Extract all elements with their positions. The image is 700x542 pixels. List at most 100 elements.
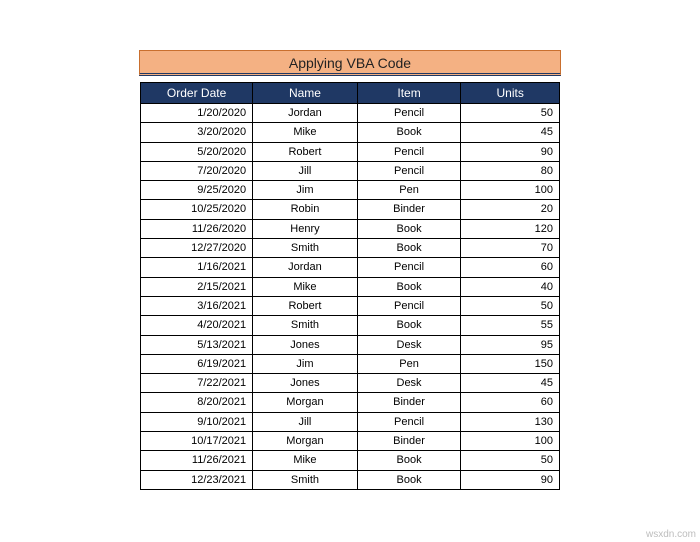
col-item: Item xyxy=(357,83,461,104)
cell-order-date: 1/20/2020 xyxy=(141,104,253,123)
cell-units: 100 xyxy=(461,181,560,200)
cell-units: 150 xyxy=(461,354,560,373)
table-row: 10/17/2021MorganBinder100 xyxy=(141,432,560,451)
cell-name: Jill xyxy=(253,161,358,180)
cell-units: 90 xyxy=(461,470,560,489)
table-row: 11/26/2020HenryBook120 xyxy=(141,219,560,238)
cell-item: Pen xyxy=(357,181,461,200)
table-header: Order Date Name Item Units xyxy=(141,83,560,104)
cell-item: Pen xyxy=(357,354,461,373)
col-units: Units xyxy=(461,83,560,104)
cell-units: 55 xyxy=(461,316,560,335)
table-row: 9/25/2020JimPen100 xyxy=(141,181,560,200)
cell-units: 20 xyxy=(461,200,560,219)
data-table: Order Date Name Item Units 1/20/2020Jord… xyxy=(140,82,560,490)
cell-order-date: 6/19/2021 xyxy=(141,354,253,373)
cell-units: 50 xyxy=(461,104,560,123)
table-row: 12/23/2021SmithBook90 xyxy=(141,470,560,489)
page-title: Applying VBA Code xyxy=(139,50,561,76)
cell-units: 120 xyxy=(461,219,560,238)
cell-name: Jill xyxy=(253,412,358,431)
table-row: 8/20/2021MorganBinder60 xyxy=(141,393,560,412)
cell-item: Book xyxy=(357,219,461,238)
table-row: 7/22/2021JonesDesk45 xyxy=(141,374,560,393)
table-row: 6/19/2021JimPen150 xyxy=(141,354,560,373)
cell-name: Jones xyxy=(253,374,358,393)
cell-item: Book xyxy=(357,470,461,489)
cell-units: 50 xyxy=(461,296,560,315)
cell-item: Book xyxy=(357,123,461,142)
cell-name: Robin xyxy=(253,200,358,219)
header-row: Order Date Name Item Units xyxy=(141,83,560,104)
cell-name: Smith xyxy=(253,316,358,335)
cell-units: 100 xyxy=(461,432,560,451)
table-row: 11/26/2021MikeBook50 xyxy=(141,451,560,470)
cell-name: Robert xyxy=(253,142,358,161)
cell-name: Henry xyxy=(253,219,358,238)
cell-item: Pencil xyxy=(357,412,461,431)
cell-units: 60 xyxy=(461,258,560,277)
cell-units: 45 xyxy=(461,374,560,393)
table-row: 1/20/2020JordanPencil50 xyxy=(141,104,560,123)
print-preview-page: Applying VBA Code Order Date Name Item U… xyxy=(0,0,700,542)
cell-units: 95 xyxy=(461,335,560,354)
cell-name: Jim xyxy=(253,181,358,200)
cell-item: Desk xyxy=(357,374,461,393)
cell-name: Morgan xyxy=(253,393,358,412)
cell-name: Jim xyxy=(253,354,358,373)
cell-order-date: 10/17/2021 xyxy=(141,432,253,451)
table-row: 12/27/2020SmithBook70 xyxy=(141,239,560,258)
col-name: Name xyxy=(253,83,358,104)
cell-order-date: 9/10/2021 xyxy=(141,412,253,431)
cell-name: Smith xyxy=(253,470,358,489)
table-row: 2/15/2021MikeBook40 xyxy=(141,277,560,296)
cell-name: Smith xyxy=(253,239,358,258)
cell-name: Robert xyxy=(253,296,358,315)
cell-item: Pencil xyxy=(357,104,461,123)
cell-units: 80 xyxy=(461,161,560,180)
cell-name: Mike xyxy=(253,277,358,296)
cell-name: Jordan xyxy=(253,104,358,123)
cell-item: Book xyxy=(357,451,461,470)
cell-order-date: 11/26/2020 xyxy=(141,219,253,238)
cell-units: 60 xyxy=(461,393,560,412)
cell-item: Book xyxy=(357,277,461,296)
table-row: 7/20/2020JillPencil80 xyxy=(141,161,560,180)
cell-order-date: 7/20/2020 xyxy=(141,161,253,180)
cell-order-date: 4/20/2021 xyxy=(141,316,253,335)
cell-order-date: 2/15/2021 xyxy=(141,277,253,296)
cell-item: Pencil xyxy=(357,161,461,180)
cell-order-date: 10/25/2020 xyxy=(141,200,253,219)
cell-units: 70 xyxy=(461,239,560,258)
table-row: 5/13/2021JonesDesk95 xyxy=(141,335,560,354)
cell-item: Book xyxy=(357,316,461,335)
watermark: wsxdn.com xyxy=(646,529,696,540)
cell-units: 50 xyxy=(461,451,560,470)
cell-item: Pencil xyxy=(357,296,461,315)
cell-item: Binder xyxy=(357,393,461,412)
table-row: 4/20/2021SmithBook55 xyxy=(141,316,560,335)
cell-order-date: 9/25/2020 xyxy=(141,181,253,200)
table-row: 9/10/2021JillPencil130 xyxy=(141,412,560,431)
cell-order-date: 8/20/2021 xyxy=(141,393,253,412)
cell-order-date: 11/26/2021 xyxy=(141,451,253,470)
cell-order-date: 7/22/2021 xyxy=(141,374,253,393)
cell-name: Mike xyxy=(253,123,358,142)
cell-name: Mike xyxy=(253,451,358,470)
cell-name: Morgan xyxy=(253,432,358,451)
table-row: 10/25/2020RobinBinder20 xyxy=(141,200,560,219)
table-row: 1/16/2021JordanPencil60 xyxy=(141,258,560,277)
title-text: Applying VBA Code xyxy=(289,55,411,71)
cell-units: 40 xyxy=(461,277,560,296)
cell-order-date: 1/16/2021 xyxy=(141,258,253,277)
cell-item: Book xyxy=(357,239,461,258)
table-row: 3/20/2020MikeBook45 xyxy=(141,123,560,142)
cell-order-date: 3/20/2020 xyxy=(141,123,253,142)
table-row: 5/20/2020RobertPencil90 xyxy=(141,142,560,161)
table-body: 1/20/2020JordanPencil503/20/2020MikeBook… xyxy=(141,104,560,490)
cell-item: Pencil xyxy=(357,142,461,161)
cell-units: 130 xyxy=(461,412,560,431)
cell-item: Desk xyxy=(357,335,461,354)
cell-name: Jones xyxy=(253,335,358,354)
cell-name: Jordan xyxy=(253,258,358,277)
